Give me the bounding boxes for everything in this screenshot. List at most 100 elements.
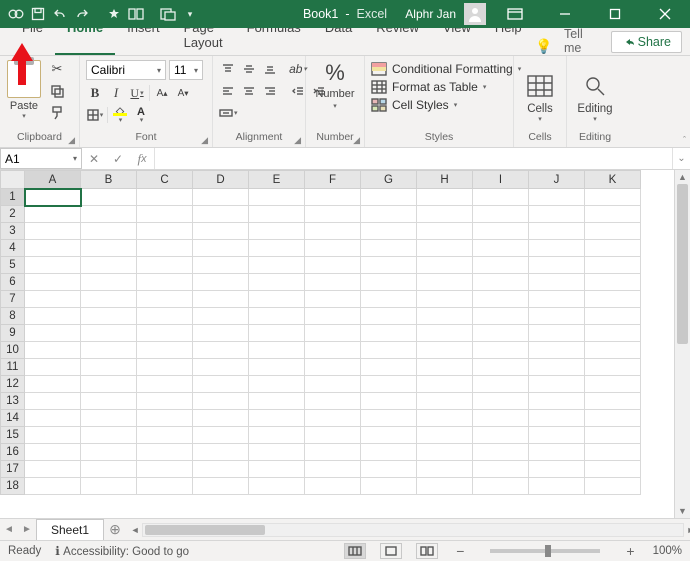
cell[interactable] (25, 427, 81, 444)
cell[interactable] (585, 427, 641, 444)
cell[interactable] (25, 240, 81, 257)
enter-formula-icon[interactable]: ✓ (106, 152, 130, 166)
cell[interactable] (193, 291, 249, 308)
cell[interactable] (25, 393, 81, 410)
cancel-formula-icon[interactable]: ✕ (82, 152, 106, 166)
row-header[interactable]: 12 (1, 376, 25, 393)
cell[interactable] (473, 359, 529, 376)
cell[interactable] (137, 206, 193, 223)
cell[interactable] (529, 240, 585, 257)
cell[interactable] (361, 240, 417, 257)
cell[interactable] (25, 291, 81, 308)
cell[interactable] (473, 189, 529, 206)
cell[interactable] (529, 461, 585, 478)
row-header[interactable]: 6 (1, 274, 25, 291)
font-name-combo[interactable]: Calibri▾ (86, 60, 166, 80)
cell[interactable] (25, 257, 81, 274)
cell[interactable] (193, 410, 249, 427)
cell[interactable] (305, 274, 361, 291)
new-sheet-icon[interactable]: ⊕ (104, 521, 126, 538)
cell[interactable] (249, 427, 305, 444)
cell[interactable] (361, 223, 417, 240)
cell[interactable] (137, 223, 193, 240)
cell[interactable] (81, 308, 137, 325)
username[interactable]: Alphr Jan (405, 7, 456, 21)
cell[interactable] (417, 240, 473, 257)
cell[interactable] (585, 223, 641, 240)
cell[interactable] (137, 376, 193, 393)
cell-styles-button[interactable]: Cell Styles▾ (371, 98, 457, 112)
cell[interactable] (305, 206, 361, 223)
select-all-corner[interactable] (1, 171, 25, 189)
user-avatar-icon[interactable] (464, 3, 486, 25)
editing-icon[interactable] (584, 69, 606, 103)
column-header[interactable]: G (361, 171, 417, 189)
bold-button[interactable]: B (86, 84, 104, 102)
row-header[interactable]: 15 (1, 427, 25, 444)
cell[interactable] (529, 444, 585, 461)
cell[interactable] (193, 308, 249, 325)
cells-label[interactable]: Cells (527, 103, 553, 115)
cell[interactable] (305, 257, 361, 274)
cell[interactable] (137, 308, 193, 325)
sheet-nav-next-icon[interactable]: ► (18, 524, 36, 535)
cell[interactable] (25, 461, 81, 478)
cell[interactable] (473, 274, 529, 291)
cell[interactable] (417, 274, 473, 291)
cell[interactable] (585, 240, 641, 257)
cell[interactable] (473, 461, 529, 478)
cell[interactable] (417, 444, 473, 461)
cell[interactable] (417, 410, 473, 427)
cell[interactable] (473, 410, 529, 427)
cell[interactable] (585, 461, 641, 478)
cell[interactable] (193, 206, 249, 223)
cell[interactable] (305, 393, 361, 410)
sheet-tab[interactable]: Sheet1 (36, 519, 104, 540)
cell[interactable] (81, 410, 137, 427)
number-label[interactable]: Number (315, 88, 354, 100)
cell[interactable] (361, 478, 417, 495)
row-header[interactable]: 8 (1, 308, 25, 325)
cell[interactable] (193, 478, 249, 495)
row-header[interactable]: 10 (1, 342, 25, 359)
format-painter-icon[interactable] (48, 104, 66, 122)
cell[interactable] (25, 223, 81, 240)
cell[interactable] (585, 359, 641, 376)
qat-icon-3[interactable] (158, 4, 178, 24)
close-icon[interactable] (644, 0, 686, 28)
cell[interactable] (473, 223, 529, 240)
italic-button[interactable]: I (107, 84, 125, 102)
cell[interactable] (473, 308, 529, 325)
cell[interactable] (249, 325, 305, 342)
cell[interactable] (305, 359, 361, 376)
cell[interactable] (473, 206, 529, 223)
cell[interactable] (249, 291, 305, 308)
decrease-font-icon[interactable]: A▾ (174, 84, 192, 102)
cut-icon[interactable]: ✂ (48, 60, 66, 78)
cell[interactable] (137, 478, 193, 495)
cell[interactable] (193, 240, 249, 257)
cell[interactable] (193, 274, 249, 291)
zoom-out-icon[interactable]: − (452, 543, 468, 559)
cell[interactable] (473, 257, 529, 274)
cell[interactable] (305, 376, 361, 393)
page-break-view-icon[interactable] (416, 543, 438, 559)
row-header[interactable]: 13 (1, 393, 25, 410)
cell[interactable] (585, 189, 641, 206)
cell[interactable] (249, 410, 305, 427)
cell[interactable] (417, 427, 473, 444)
column-header[interactable]: C (137, 171, 193, 189)
align-bottom-icon[interactable] (261, 60, 279, 78)
align-left-icon[interactable] (219, 82, 237, 100)
qat-icon[interactable] (104, 4, 124, 24)
cell[interactable] (361, 461, 417, 478)
cell[interactable] (473, 376, 529, 393)
column-header[interactable]: A (25, 171, 81, 189)
cell[interactable] (529, 427, 585, 444)
sheet-nav-prev-icon[interactable]: ◄ (0, 524, 18, 535)
cell[interactable] (529, 223, 585, 240)
cell[interactable] (305, 444, 361, 461)
cell[interactable] (361, 325, 417, 342)
row-header[interactable]: 3 (1, 223, 25, 240)
cell[interactable] (249, 342, 305, 359)
